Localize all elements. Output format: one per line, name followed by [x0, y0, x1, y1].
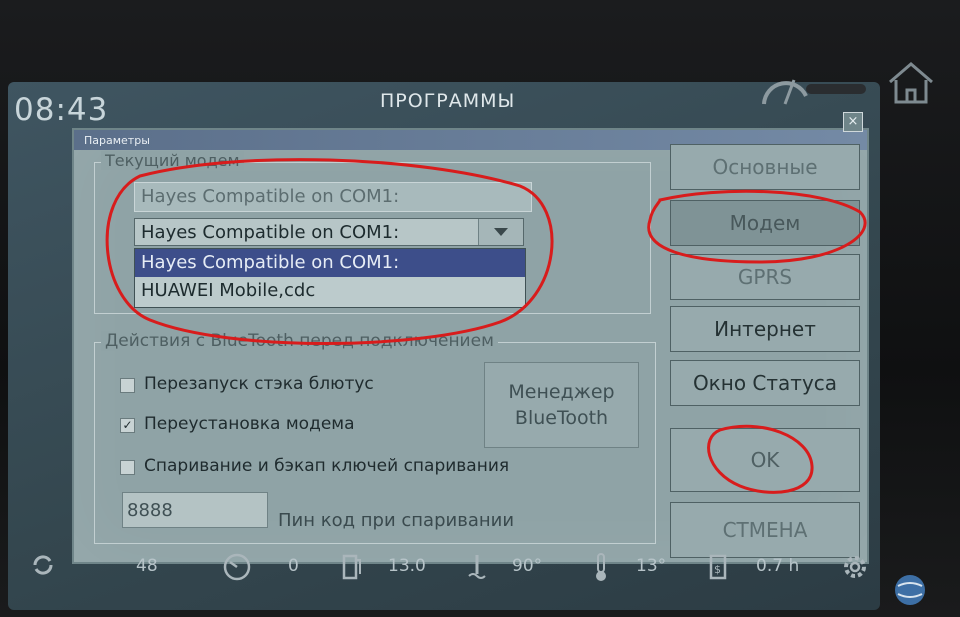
pairing-backup-checkbox[interactable] [120, 460, 135, 475]
screen-title: ПРОГРАММЫ [380, 90, 516, 112]
chevron-down-icon [494, 228, 508, 236]
modem-select-arrow[interactable] [478, 219, 523, 245]
globe-icon[interactable] [890, 570, 930, 614]
bluetooth-manager-button[interactable]: Менеджер BlueTooth [484, 362, 639, 448]
status-window-button[interactable]: Окно Статуса [670, 360, 860, 406]
ok-button[interactable]: OK [670, 428, 860, 492]
home-icon[interactable] [886, 60, 936, 110]
status-bar: 48 0 13.0 90° 13° $ 0.7 h [8, 548, 880, 610]
bluetooth-manager-label-2: BlueTooth [514, 407, 609, 429]
clock: 08:43 [14, 92, 109, 128]
current-modem-legend: Текущий модем [101, 151, 244, 170]
gauge-icon [222, 552, 252, 587]
coolant-temp-icon [466, 552, 488, 587]
modem-tab-button[interactable]: Модем [670, 200, 860, 246]
restart-stack-label: Перезапуск стэка блютус [144, 374, 374, 394]
pairing-backup-label: Спаривание и бэкап ключей спаривания [144, 456, 510, 476]
modem-option-hayes[interactable]: Hayes Compatible on COM1: [135, 249, 525, 277]
thermometer-icon [592, 552, 610, 587]
speed-value: 48 [136, 556, 158, 576]
reinstall-modem-checkbox[interactable]: ✓ [120, 418, 135, 433]
current-modem-field: Hayes Compatible on COM1: [134, 182, 532, 212]
modem-select[interactable]: Hayes Compatible on COM1: [134, 218, 524, 246]
settings-dialog: Параметры × Текущий модем Hayes Compatib… [72, 112, 869, 564]
pin-code-input[interactable]: 8888 [122, 492, 268, 528]
internet-tab-button[interactable]: Интернет [670, 306, 860, 352]
outside-temp-value: 13° [636, 556, 667, 576]
gprs-tab-button[interactable]: GPRS [670, 254, 860, 300]
modem-option-huawei[interactable]: HUAWEI Mobile,cdc [135, 277, 525, 305]
main-tab-button[interactable]: Основные [670, 144, 860, 190]
bluetooth-manager-label-1: Менеджер [508, 381, 615, 403]
bluetooth-actions-legend: Действия с BlueTooth перед подключением [101, 331, 498, 351]
trip-time-value: 0.7 h [756, 556, 800, 576]
svg-text:$: $ [714, 563, 721, 576]
fuel-icon [342, 552, 364, 585]
reinstall-modem-label: Переустановка модема [144, 414, 355, 434]
pin-code-label: Пин код при спаривании [278, 510, 515, 531]
camera-icon [804, 80, 868, 104]
modem-dropdown-list: Hayes Compatible on COM1: HUAWEI Mobile,… [134, 248, 526, 308]
coolant-temp-value: 90° [512, 556, 543, 576]
restart-stack-checkbox[interactable] [120, 378, 135, 393]
dialog-title: Параметры [84, 134, 150, 147]
trip-fuel-icon: $ [708, 552, 732, 587]
fuel-value: 13.0 [388, 556, 426, 576]
gauge-value: 0 [288, 556, 299, 576]
close-button[interactable]: × [843, 112, 863, 132]
sync-icon[interactable] [30, 552, 56, 583]
gear-icon[interactable] [840, 552, 870, 587]
